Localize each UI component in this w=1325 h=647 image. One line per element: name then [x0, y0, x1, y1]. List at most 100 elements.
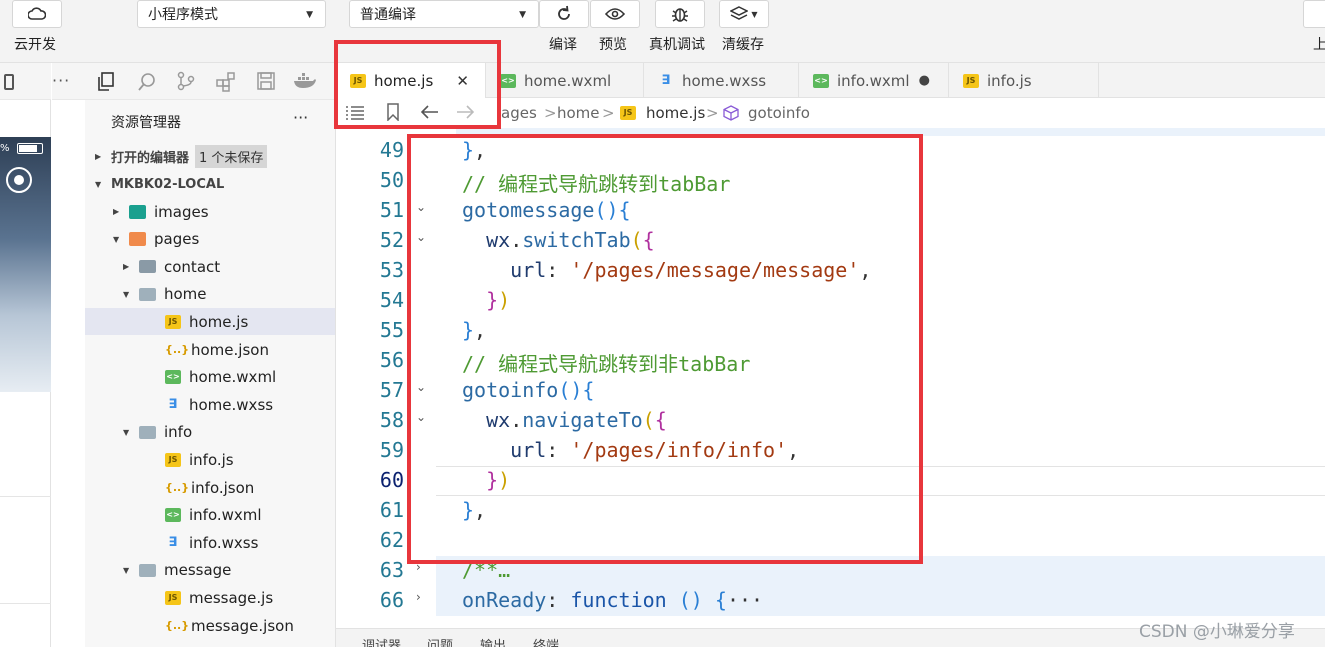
- wxml-file-icon: <>: [500, 73, 516, 88]
- wxss-file-icon: ∃: [168, 396, 178, 412]
- clear-cache-label: 清缓存: [722, 37, 764, 53]
- tree-item[interactable]: ▼ home: [85, 281, 335, 308]
- line-number: 63: [379, 558, 404, 582]
- docker-icon[interactable]: [293, 73, 317, 89]
- annotation-box: [334, 40, 501, 129]
- line-number: 49: [379, 138, 404, 162]
- chevron-down-icon: ▼: [519, 10, 526, 20]
- breadcrumb-separator: >: [602, 104, 615, 122]
- line-number: 57: [379, 378, 404, 402]
- tree-item-label: home.wxml: [189, 368, 277, 387]
- tree-item[interactable]: ▶ images: [85, 198, 335, 225]
- tree-item[interactable]: ▼ info: [85, 419, 335, 446]
- preview-button[interactable]: [590, 0, 640, 28]
- chevron-down-icon: ▼: [306, 10, 313, 20]
- source-control-icon[interactable]: [177, 71, 195, 91]
- tree-item[interactable]: ∃ info.wxss: [85, 529, 335, 556]
- tab-terminal[interactable]: 终端: [533, 635, 559, 647]
- fold-toggle-icon[interactable]: ›: [416, 590, 421, 604]
- js-file-icon: JS: [165, 452, 181, 467]
- save-icon[interactable]: [257, 72, 275, 90]
- upload-button[interactable]: [1303, 0, 1325, 28]
- folder-icon: [139, 260, 156, 274]
- tree-item[interactable]: {..} message.json: [85, 612, 335, 639]
- js-file-icon: JS: [165, 590, 181, 605]
- breadcrumb-home[interactable]: home: [557, 104, 600, 122]
- tree-item-label: info.wxss: [189, 533, 259, 552]
- js-file-icon: JS: [165, 314, 181, 329]
- compile-button[interactable]: [539, 0, 589, 28]
- tab-output[interactable]: 输出: [480, 635, 506, 647]
- tree-item[interactable]: ▼ message: [85, 557, 335, 584]
- phone-icon[interactable]: [4, 74, 14, 90]
- tab-info-wxml[interactable]: <> info.wxml ●: [799, 63, 949, 98]
- cloud-label: 云开发: [14, 37, 56, 53]
- wxss-file-icon: ∃: [168, 534, 178, 550]
- tab-info-js[interactable]: JS info.js: [949, 63, 1099, 98]
- extensions-icon[interactable]: [216, 72, 236, 92]
- folder-open-icon: [139, 287, 156, 301]
- line-number: 50: [379, 168, 404, 192]
- project-label: MKBK02-LOCAL: [111, 177, 225, 192]
- tree-item-label: home.js: [189, 312, 249, 331]
- cloud-button[interactable]: [12, 0, 62, 28]
- breadcrumb-symbol[interactable]: gotoinfo: [748, 104, 810, 122]
- activity-bar: [85, 63, 336, 100]
- tree-item[interactable]: {..} home.json: [85, 336, 335, 363]
- mode-select-value: 小程序模式: [148, 7, 218, 23]
- project-header[interactable]: ▼ MKBK02-LOCAL: [85, 171, 335, 198]
- tab-problems[interactable]: 问题: [427, 635, 453, 647]
- tree-item[interactable]: JS info.js: [85, 446, 335, 473]
- tab-home-wxss[interactable]: ∃ home.wxss: [644, 63, 799, 98]
- upload-label: 上: [1313, 37, 1325, 53]
- compile-select[interactable]: 普通编译 ▼: [349, 0, 539, 28]
- tab-label: info.wxml: [837, 71, 910, 90]
- clear-cache-button[interactable]: ▼: [719, 0, 769, 28]
- simulator-gap: [52, 100, 85, 647]
- line-number: 56: [379, 348, 404, 372]
- tree-item[interactable]: ▼ pages: [85, 226, 335, 253]
- divider: [0, 603, 51, 604]
- tab-home-wxml[interactable]: <> home.wxml: [486, 63, 644, 98]
- chevron-down-icon: ▼: [113, 234, 120, 244]
- line-number: 62: [379, 528, 404, 552]
- refresh-icon: [558, 5, 570, 20]
- remote-debug-button[interactable]: [655, 0, 705, 28]
- breadcrumb-separator: >: [706, 104, 719, 122]
- js-file-icon: JS: [620, 106, 636, 120]
- wxml-file-icon: <>: [165, 370, 181, 385]
- search-icon[interactable]: [137, 72, 157, 92]
- wxml-file-icon: <>: [165, 508, 181, 523]
- tree-item-label: info: [164, 423, 193, 442]
- main-toolbar: 云开发 小程序模式 ▼ 普通编译 ▼ ▼ 编译 预览 真机调试 清缓存 上: [0, 0, 1325, 63]
- tree-item-label: images: [154, 202, 209, 221]
- tab-label: info.js: [987, 71, 1032, 90]
- tree-item[interactable]: <> info.wxml: [85, 502, 335, 529]
- divider: [0, 496, 51, 497]
- pages-folder-icon: [129, 232, 146, 247]
- breadcrumb-pages[interactable]: ages: [501, 104, 537, 122]
- line-number: 58: [379, 408, 404, 432]
- mode-select[interactable]: 小程序模式 ▼: [137, 0, 326, 28]
- chevron-down-icon: ▼: [123, 427, 130, 437]
- breadcrumb-file[interactable]: home.js: [646, 104, 705, 122]
- tree-item[interactable]: {..} info.json: [85, 474, 335, 501]
- line-number: 61: [379, 498, 404, 522]
- tree-item[interactable]: <> home.wxml: [85, 364, 335, 391]
- line-number: 60: [379, 468, 404, 492]
- tree-item[interactable]: JS home.js: [85, 308, 335, 336]
- tree-item[interactable]: ▶ contact: [85, 253, 335, 280]
- more-icon[interactable]: ···: [52, 71, 70, 90]
- tab-debugger[interactable]: 调试器: [362, 635, 401, 647]
- tree-item-label: info.json: [191, 478, 255, 497]
- js-file-icon: JS: [963, 73, 979, 88]
- tree-item[interactable]: JS message.js: [85, 584, 335, 611]
- record-icon[interactable]: [6, 167, 32, 193]
- chevron-down-icon: ▼: [123, 565, 130, 575]
- tree-item[interactable]: ∃ home.wxss: [85, 391, 335, 418]
- more-icon[interactable]: ···: [293, 108, 308, 127]
- files-icon[interactable]: [97, 72, 115, 92]
- open-editors-header[interactable]: ▶ 打开的编辑器 1 个未保存: [85, 143, 335, 170]
- bug-icon: [672, 8, 688, 22]
- json-file-icon: {..}: [165, 480, 190, 494]
